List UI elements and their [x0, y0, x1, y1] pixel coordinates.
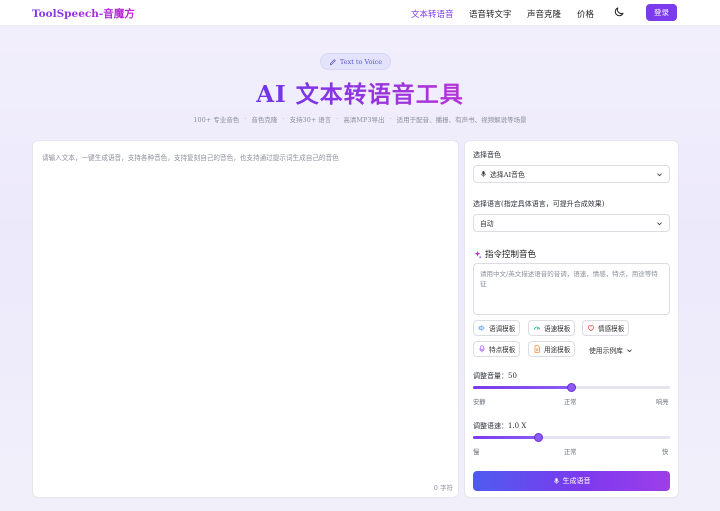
speed-template-button[interactable]: 语速模板 [528, 320, 576, 336]
language-select-value: 自动 [480, 220, 494, 228]
brand-logo[interactable]: ToolSpeech-音魔方 [32, 6, 135, 21]
nav-link-speech-to-text[interactable]: 语音转文字 [469, 8, 512, 20]
trait-template-button[interactable]: 特点模板 [473, 341, 521, 357]
hero-badge-label: Text to Voice [339, 57, 383, 66]
volume-label: 调整音量：50 [473, 372, 517, 380]
emotion-template-button[interactable]: 情感模板 [582, 320, 630, 336]
language-select[interactable]: 自动 [473, 214, 670, 232]
voice-label: 选择音色 [473, 151, 501, 159]
chevron-down-icon [657, 222, 662, 226]
volume-scale-max: 响亮 [656, 399, 669, 406]
instruction-input[interactable]: 请用中文/英文描述语音的音调，语速，情感，特点，用途等特征 [473, 263, 670, 315]
text-input-area[interactable]: 请输入文本，一键生成语音，支持各种音色，支持复刻自己的音色，也支持通过提示词生成… [32, 140, 459, 498]
speed-scale-min: 慢 [473, 449, 480, 456]
speed-slider[interactable] [473, 433, 670, 442]
char-count: 0 字符 [433, 484, 453, 492]
gauge-icon [533, 326, 541, 330]
speed-label: 调整语速：1.0 X [473, 422, 527, 430]
generate-button[interactable]: 生成语音 [473, 471, 670, 491]
mic-icon [479, 345, 485, 353]
pen-icon [329, 58, 336, 65]
moon-icon[interactable] [613, 6, 625, 18]
hero-badge: Text to Voice [320, 53, 391, 70]
volume-scale-mid: 正常 [564, 399, 577, 406]
settings-panel: 选择音色 选择AI音色 选择语言(指定具体语言，可提升合成效果) 自动 指令控制… [464, 140, 679, 498]
nav-link-pricing[interactable]: 价格 [577, 8, 594, 20]
volume-scale-min: 安静 [473, 399, 486, 406]
instruction-title: 指令控制音色 [473, 248, 536, 260]
speed-scale-max: 快 [662, 449, 669, 456]
mic-icon [553, 478, 559, 484]
feature-item: 支持30+ 语言 [289, 116, 332, 124]
feature-item: 100+ 专业音色 [193, 116, 240, 124]
volume-slider[interactable] [473, 383, 670, 392]
page-title: AI 文本转语音工具 [256, 81, 464, 108]
chevron-down-icon [627, 348, 632, 352]
feature-item: 音色克隆 [251, 116, 278, 124]
top-nav: ToolSpeech-音魔方 文本转语音 语音转文字 声音克隆 价格 登录 [0, 0, 720, 26]
speed-slider-fill [473, 436, 539, 439]
nav-link-text-to-speech[interactable]: 文本转语音 [411, 8, 454, 20]
voice-select[interactable]: 选择AI音色 [473, 165, 670, 183]
heart-icon [587, 325, 595, 332]
volume-icon [478, 324, 485, 332]
feature-item: 适用于配音、播报、有声书、视频解说等场景 [396, 116, 527, 124]
feature-item: 高清MP3导出 [343, 116, 385, 124]
tone-template-button[interactable]: 语调模板 [473, 320, 521, 336]
examples-dropdown[interactable]: 使用示例库 [589, 345, 633, 355]
language-label: 选择语言(指定具体语言，可提升合成效果) [473, 200, 605, 208]
mic-icon [481, 171, 486, 177]
speed-slider-thumb[interactable] [534, 433, 544, 442]
feature-list: 100+ 专业音色 · 音色克隆 · 支持30+ 语言 · 高清MP3导出 · 适用于配… [193, 115, 527, 124]
voice-select-value: 选择AI音色 [490, 171, 525, 179]
login-button[interactable]: 登录 [646, 4, 677, 21]
speed-scale-mid: 正常 [564, 449, 577, 456]
nav-link-voice-clone[interactable]: 声音克隆 [527, 8, 561, 20]
volume-slider-fill [473, 386, 572, 389]
chevron-down-icon [657, 173, 662, 177]
text-input-placeholder: 请输入文本，一键生成语音，支持各种音色，支持复刻自己的音色，也支持通过提示词生成… [42, 154, 339, 162]
volume-slider-thumb[interactable] [567, 383, 576, 392]
purpose-template-button[interactable]: 用途模板 [528, 341, 576, 357]
instruction-placeholder: 请用中文/英文描述语音的音调，语速，情感，特点，用途等特征 [480, 270, 658, 288]
document-icon [534, 345, 540, 353]
sparkle-icon [474, 250, 482, 259]
